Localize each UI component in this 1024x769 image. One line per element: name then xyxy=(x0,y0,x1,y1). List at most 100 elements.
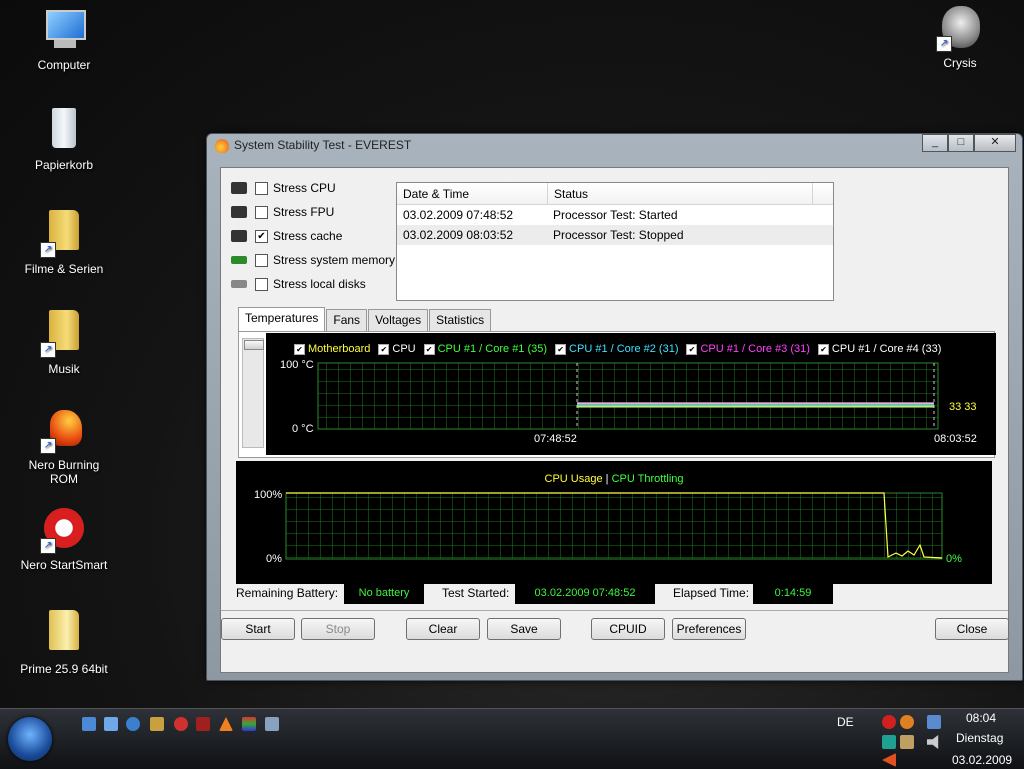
recycle-bin-icon xyxy=(40,106,88,154)
clock-date[interactable]: 03.02.2009 xyxy=(952,753,1012,767)
table-row[interactable]: 03.02.2009 07:48:52 Processor Test: Star… xyxy=(397,205,833,225)
window-client-area: Stress CPU Stress FPU ✔ Stress cache Str… xyxy=(220,167,1009,673)
close-button[interactable]: Close xyxy=(935,618,1009,640)
table-row[interactable]: 03.02.2009 08:03:52 Processor Test: Stop… xyxy=(397,225,833,245)
stress-cache-checkbox[interactable]: ✔ xyxy=(255,229,268,243)
language-indicator[interactable]: DE xyxy=(837,715,854,729)
stress-cache-option[interactable]: ✔ Stress cache xyxy=(231,226,342,246)
maximize-button[interactable]: □ xyxy=(948,134,974,152)
app-quicklaunch-icon[interactable] xyxy=(196,717,210,731)
temperature-end-values: 33 33 xyxy=(949,401,977,413)
close-window-button[interactable]: ✕ xyxy=(974,134,1016,152)
tray-app-icon[interactable] xyxy=(882,735,896,749)
desktop-icon-recycle-bin[interactable]: Papierkorb xyxy=(14,106,114,172)
desktop-icon-nero-burning-rom[interactable]: ↗ Nero Burning ROM xyxy=(14,406,114,486)
stress-cpu-label: Stress CPU xyxy=(273,181,336,195)
clock-day[interactable]: Dienstag xyxy=(956,731,1003,745)
y-axis-top: 100 °C xyxy=(280,359,314,371)
elapsed-time-label: Elapsed Time: xyxy=(673,586,750,600)
stress-memory-option[interactable]: Stress system memory xyxy=(231,250,395,270)
desktop-icon-musik[interactable]: ↗ Musik xyxy=(14,306,114,376)
start-button-orb[interactable] xyxy=(8,717,52,761)
desktop-icon-label: Nero StartSmart xyxy=(20,558,108,572)
desktop-icon-computer[interactable]: Computer xyxy=(14,6,114,72)
stress-fpu-option[interactable]: Stress FPU xyxy=(231,202,334,222)
stress-fpu-label: Stress FPU xyxy=(273,205,335,219)
stress-fpu-checkbox[interactable] xyxy=(255,205,268,219)
tab-fans[interactable]: Fans xyxy=(326,309,368,332)
divider xyxy=(221,610,1008,611)
stress-disks-option[interactable]: Stress local disks xyxy=(231,274,366,294)
show-desktop-icon[interactable] xyxy=(82,717,96,731)
battery-value: No battery xyxy=(344,582,424,604)
camera-icon[interactable] xyxy=(265,717,279,731)
explorer-icon[interactable] xyxy=(150,717,164,731)
volume-icon[interactable] xyxy=(927,735,939,749)
stability-test-window: System Stability Test - EVEREST _ □ ✕ St… xyxy=(206,133,1023,681)
x-axis-start: 07:48:52 xyxy=(534,433,577,445)
clear-button[interactable]: Clear xyxy=(406,618,480,640)
temperatures-panel: ✔ Motherboard ✔ CPU ✔ CPU #1 / Core #1 (35)… xyxy=(238,331,996,458)
nero-quicklaunch-icon[interactable] xyxy=(174,717,188,731)
tray-info-icon[interactable] xyxy=(900,715,914,729)
tray-arrow-icon[interactable] xyxy=(882,753,896,767)
folder-icon: ↗ xyxy=(40,310,88,358)
stress-disks-checkbox[interactable] xyxy=(255,277,268,291)
internet-explorer-icon[interactable] xyxy=(126,717,140,731)
stress-cache-label: Stress cache xyxy=(273,229,343,243)
folder-icon xyxy=(40,610,88,658)
stress-memory-checkbox[interactable] xyxy=(255,253,268,267)
nero-startsmart-icon: ↗ xyxy=(40,506,88,554)
window-title: System Stability Test - EVEREST xyxy=(234,138,412,152)
stress-disks-label: Stress local disks xyxy=(273,277,366,291)
minimize-button[interactable]: _ xyxy=(922,134,948,152)
test-log-list[interactable]: Date & Time Status 03.02.2009 07:48:52 P… xyxy=(396,182,834,301)
temperature-graph: ✔ Motherboard ✔ CPU ✔ CPU #1 / Core #1 (35)… xyxy=(266,333,996,455)
stop-button[interactable]: Stop xyxy=(301,618,375,640)
desktop-icon-label: Computer xyxy=(37,58,91,72)
media-icon[interactable] xyxy=(242,717,256,731)
network-icon[interactable] xyxy=(927,715,941,729)
desktop-icon-filme[interactable]: ↗ Filme & Serien xyxy=(14,206,114,276)
cpu-usage-graph: CPU Usage | CPU Throttling 100% 0% 0% xyxy=(236,461,992,584)
folder-icon: ↗ xyxy=(40,210,88,258)
switch-windows-icon[interactable] xyxy=(104,717,118,731)
tab-statistics[interactable]: Statistics xyxy=(429,309,492,332)
y-axis-bottom: 0 °C xyxy=(292,423,314,435)
crysis-icon: ↗ xyxy=(936,4,984,52)
x-axis-end: 08:03:52 xyxy=(934,433,977,445)
desktop-icon-label: Papierkorb xyxy=(34,158,94,172)
desktop-icon-crysis[interactable]: ↗ Crysis xyxy=(910,4,1010,70)
fpu-chip-icon xyxy=(231,206,247,218)
clock-time[interactable]: 08:04 xyxy=(966,711,996,725)
desktop-icon-label: Nero Burning ROM xyxy=(28,458,100,486)
elapsed-time-value: 0:14:59 xyxy=(753,582,833,604)
tab-temperatures[interactable]: Temperatures xyxy=(238,307,326,332)
desktop-icon-label: Crysis xyxy=(943,56,977,70)
desktop-icon-label: Musik xyxy=(48,362,80,376)
slider-thumb[interactable] xyxy=(244,340,264,350)
test-started-label: Test Started: xyxy=(442,586,510,600)
stress-cpu-checkbox[interactable] xyxy=(255,181,268,195)
vlc-icon[interactable] xyxy=(219,717,233,731)
column-date-time[interactable]: Date & Time xyxy=(397,183,548,204)
desktop-icon-prime[interactable]: Prime 25.9 64bit xyxy=(14,606,114,676)
stress-memory-label: Stress system memory xyxy=(273,253,396,267)
cpu-usage-plot xyxy=(285,492,943,560)
tray-error-icon[interactable] xyxy=(882,715,896,729)
graph-scale-slider[interactable] xyxy=(242,338,264,448)
title-bar[interactable]: System Stability Test - EVEREST _ □ ✕ xyxy=(207,134,1022,158)
log-cell-status: Processor Test: Started xyxy=(553,208,678,222)
desktop-icon-nero-startsmart[interactable]: ↗ Nero StartSmart xyxy=(14,506,114,572)
start-button[interactable]: Start xyxy=(221,618,295,640)
tab-voltages[interactable]: Voltages xyxy=(368,309,429,332)
column-status[interactable]: Status xyxy=(548,183,813,204)
tray-device-icon[interactable] xyxy=(900,735,914,749)
save-button[interactable]: Save xyxy=(487,618,561,640)
nero-icon: ↗ xyxy=(40,406,88,454)
cpu-y-bottom: 0% xyxy=(266,553,282,565)
cpu-y-top: 100% xyxy=(254,489,283,501)
stress-cpu-option[interactable]: Stress CPU xyxy=(231,178,336,198)
preferences-button[interactable]: Preferences xyxy=(672,618,746,640)
cpuid-button[interactable]: CPUID xyxy=(591,618,665,640)
